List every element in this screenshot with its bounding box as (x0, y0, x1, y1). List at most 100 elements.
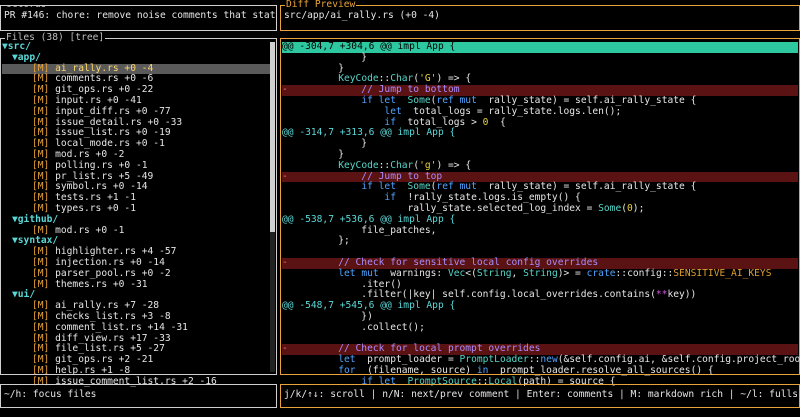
diff-content[interactable]: @@ -304,7 +304,6 @@ impl App { } } KeyCo… (282, 41, 800, 388)
diff-context-line[interactable]: }; (282, 235, 798, 247)
modified-badge: [M] (32, 170, 50, 182)
code-token: let (338, 354, 356, 366)
code-token: (filename, source) (355, 364, 477, 376)
code-token: // Jump to top (292, 170, 443, 182)
modified-badge: [M] (32, 246, 50, 258)
code-token: @@ -548,7 +545,6 @@ impl App { (282, 300, 456, 312)
code-token: .collect(); (292, 321, 425, 333)
modified-badge: [M] (32, 321, 50, 333)
diff-context-line[interactable]: file_patches, (282, 225, 798, 237)
code-token: // Check for local prompt overrides (292, 343, 541, 355)
code-token: @@ -304,7 +304,6 @@ impl App { (282, 41, 456, 52)
code-token: prompt_loader.resolve_all_sources() { (488, 364, 714, 376)
code-token: !rally_state.logs.is_empty() { (395, 192, 581, 204)
modified-badge: [M] (32, 224, 50, 236)
code-token: (&self.config.ai, &self.config.project_r… (557, 354, 800, 366)
code-token: rally_state) = self.ai_rally_state { (476, 181, 697, 193)
code-token: prompt_loader = (355, 354, 460, 366)
modified-badge: [M] (32, 116, 50, 128)
code-token: if let (361, 181, 396, 193)
code-token: if (384, 192, 396, 204)
code-token: 'g' (419, 159, 437, 171)
deletion-marker: - (282, 343, 288, 355)
scrollbar-thumb[interactable] (270, 42, 275, 232)
diff-context-line[interactable]: } (282, 138, 798, 150)
code-token: )> = (557, 267, 587, 279)
diff-view-pane[interactable]: @@ -304,7 +304,6 @@ impl App { } } KeyCo… (280, 38, 800, 387)
modified-badge: [M] (32, 310, 50, 322)
code-token: if let (361, 94, 396, 106)
diff-context-line[interactable]: } (282, 52, 798, 64)
modified-badge: [M] (32, 138, 50, 150)
modified-badge: [M] (32, 192, 50, 204)
modified-badge: [M] (32, 62, 50, 74)
code-token: }) (292, 310, 373, 322)
code-token: let mut (338, 267, 379, 279)
tree-item-label: ▼app/ (12, 51, 41, 63)
tree-item-label: ai_rally.rs +0 -4 (55, 62, 154, 74)
tree-item-label: comments.rs +0 -6 (55, 73, 154, 85)
tree-item-label: file_list.rs +5 -27 (55, 343, 165, 355)
pr-title-pane: octorus PR #146: chore: remove noise com… (0, 5, 277, 31)
tree-item-label: highlighter.rs +4 -57 (55, 246, 177, 258)
code-token: Some (407, 181, 431, 193)
tree-item-label: checks_list.rs +3 -8 (55, 310, 171, 322)
code-token: key)) (667, 289, 697, 301)
tree-item-label: ▼syntax/ (12, 235, 59, 247)
diff-context-line[interactable]: .collect(); (282, 321, 798, 334)
code-token: , (511, 267, 524, 279)
status-bar-right: j/k/↑↓: scroll | n/N: next/prev comment … (280, 384, 800, 408)
code-token: Vec (447, 267, 466, 279)
code-token: ** (655, 289, 668, 301)
file-tree[interactable]: ▼src/▼app/[M] ai_rally.rs +0 -4 [M] comme… (2, 41, 270, 388)
pr-title: PR #146: chore: remove noise comments th… (4, 10, 276, 21)
modified-badge: [M] (32, 94, 50, 106)
deletion-marker: - (282, 170, 288, 182)
modified-badge: [M] (32, 354, 50, 366)
code-token: ref mut (436, 94, 477, 106)
tree-item-label: mod.rs +0 -1 (55, 224, 125, 236)
tree-directory[interactable]: ▼src/ (2, 41, 270, 53)
code-token: <( (465, 267, 477, 279)
modified-badge: [M] (32, 332, 50, 344)
tree-item-label: ▼github/ (12, 213, 59, 225)
modified-badge: [M] (32, 343, 50, 355)
keybinding-hints: j/k/↑↓: scroll | n/N: next/prev comment … (284, 389, 799, 400)
code-token: { (488, 116, 506, 128)
file-tree-pane[interactable]: Files (38) [tree] ▼src/▼app/[M] ai_rally… (0, 32, 277, 387)
code-token: Some (407, 94, 431, 106)
code-token: KeyCode (338, 159, 379, 171)
modified-badge: [M] (32, 84, 50, 96)
code-token: for (338, 364, 356, 376)
modified-badge: [M] (32, 181, 50, 193)
tree-item-label: parser_pool.rs +0 -2 (55, 267, 171, 279)
modified-badge: [M] (32, 73, 50, 85)
tree-item-label: input_diff.rs +0 -77 (55, 105, 171, 117)
code-token: 'G' (419, 73, 437, 85)
status-bar-left: ~/h: focus files (0, 384, 277, 408)
tree-file[interactable]: [M] themes.rs +0 -31 (2, 279, 270, 291)
code-token: String (523, 267, 558, 279)
code-token: Char (390, 159, 414, 171)
code-token: SENSITIVE_AI_KEYS (673, 267, 772, 279)
code-token: :: (378, 159, 391, 171)
code-token: ref mut (436, 181, 477, 193)
modified-badge: [M] (32, 105, 50, 117)
tree-item-label: ai_rally.rs +7 -28 (55, 300, 160, 312)
file-tree-scrollbar[interactable] (270, 42, 275, 372)
tree-item-label: input.rs +0 -41 (55, 94, 142, 106)
code-token: :: (378, 73, 391, 85)
code-token: PromptLoader (459, 354, 529, 366)
modified-badge: [M] (32, 148, 50, 160)
code-token: new (540, 354, 558, 366)
tree-item-label: mod.rs +0 -2 (55, 148, 125, 160)
modified-badge: [M] (32, 127, 50, 139)
